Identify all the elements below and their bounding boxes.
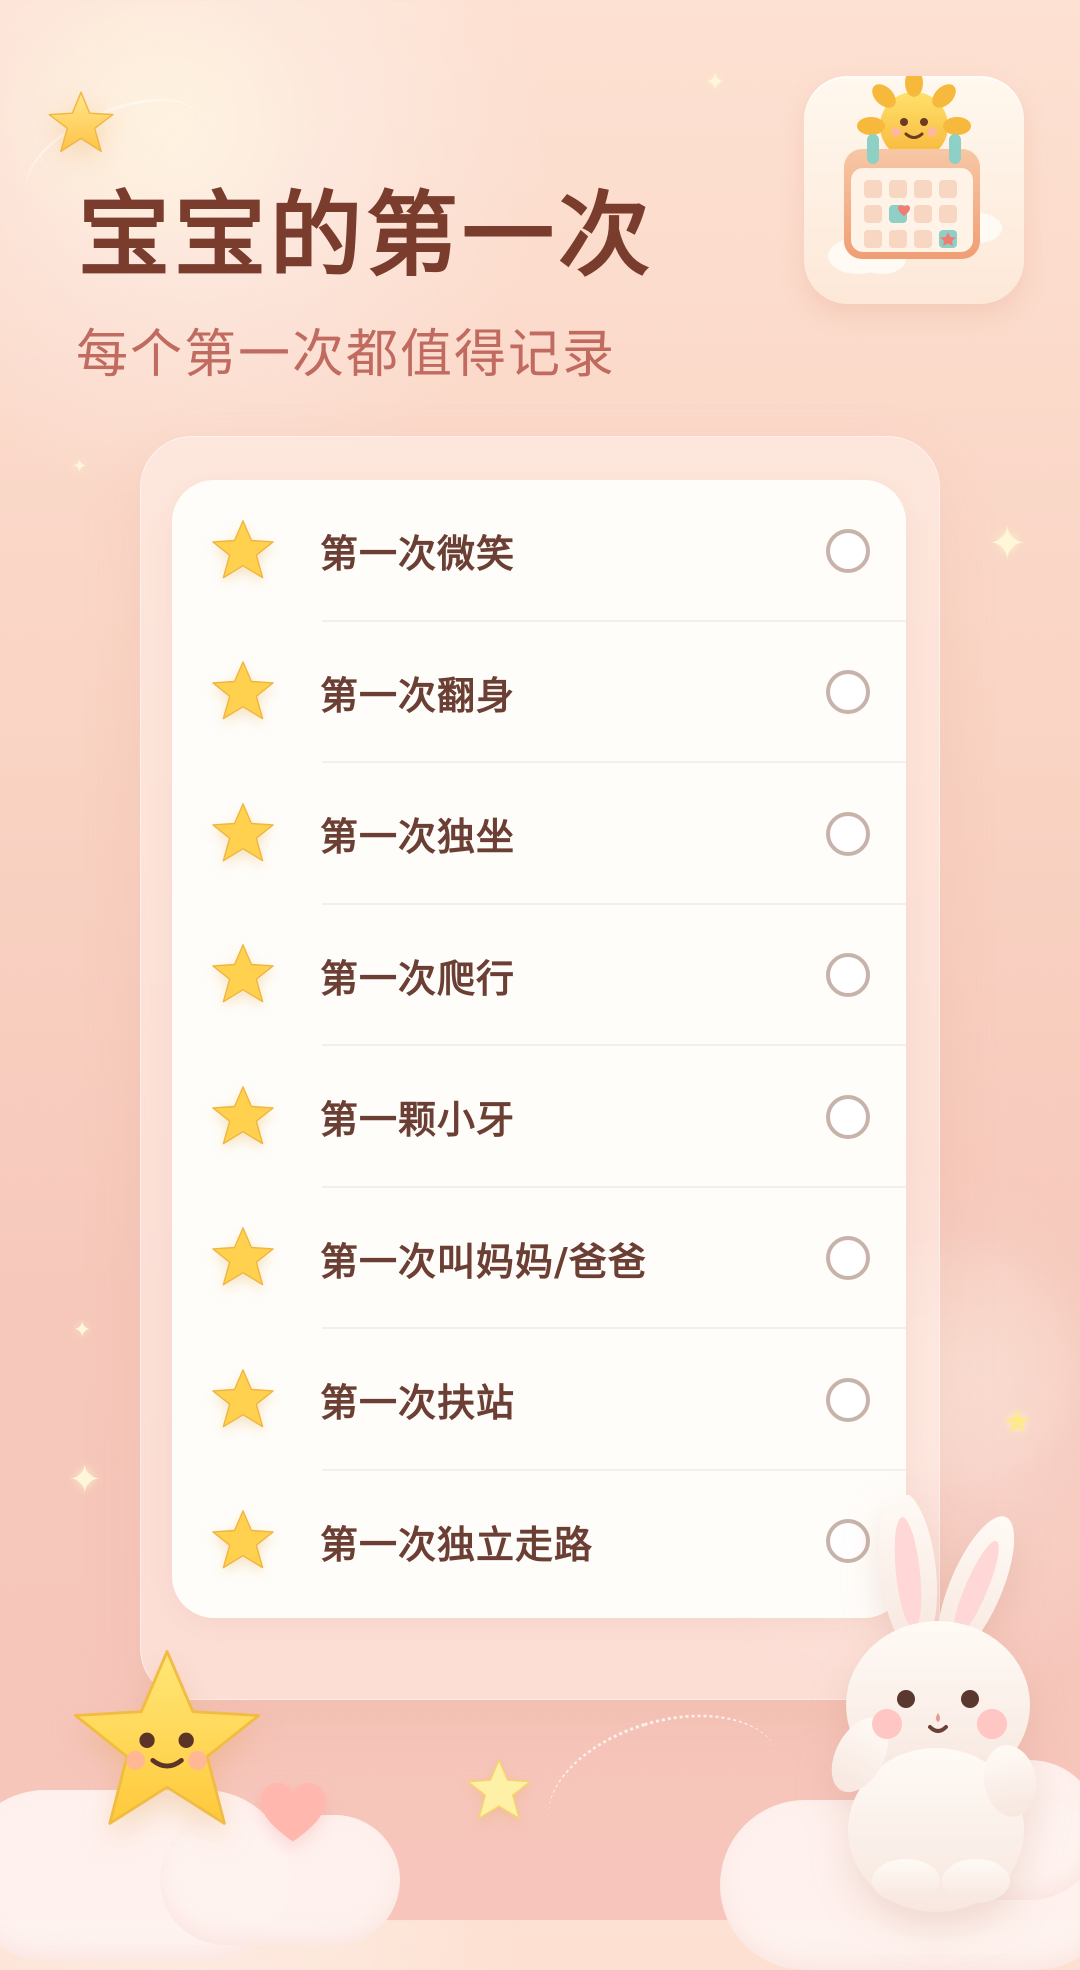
milestone-label: 第一次独立走路 [320,1522,594,1567]
sparkle-icon: ✦ [68,1457,102,1503]
milestone-label: 第一次独坐 [320,815,516,860]
star-icon [212,1510,274,1569]
star-icon [212,1368,274,1428]
bunny-icon [831,1495,1037,1912]
milestone-label: 第一颗小牙 [320,1098,516,1143]
sparkle-icon: ✦ [73,1318,92,1343]
milestone-card: 第一次微笑 第一次翻身 第一次独坐 第一次爬行 第一颗小牙 第一次叫妈妈/爸爸 … [172,480,906,1618]
milestone-item-crawl[interactable]: 第一次爬行 [172,905,906,1047]
milestone-item-sit[interactable]: 第一次独坐 [172,763,906,905]
milestone-label: 第一次扶站 [320,1381,516,1426]
top-left-star-icon [48,91,114,153]
milestone-checkbox[interactable] [826,811,870,856]
small-star-icon [467,1759,531,1820]
milestone-checkbox[interactable] [826,670,870,715]
milestone-item-call-parent[interactable]: 第一次叫妈妈/爸爸 [172,1188,906,1330]
star-icon [212,1085,274,1145]
milestone-label: 第一次爬行 [320,956,516,1001]
sparkle-icon: ✦ [705,68,726,96]
star-icon [212,661,274,720]
milestone-item-tooth[interactable]: 第一颗小牙 [172,1046,906,1188]
star-icon [212,802,274,862]
sparkle-icon: ✦ [988,516,1027,570]
milestone-label: 第一次翻身 [320,673,516,718]
sparkle-icon: ★ [1002,1402,1033,1442]
sparkle-icon: ✦ [72,456,88,477]
page-title: 宝宝的第一次 [78,182,655,289]
smiling-star-icon [74,1650,261,1825]
calendar-sun-icon [804,76,1024,304]
star-icon [212,519,274,579]
milestone-list: 第一次微笑 第一次翻身 第一次独坐 第一次爬行 第一颗小牙 第一次叫妈妈/爸爸 … [172,480,906,1612]
milestone-item-stand-with-support[interactable]: 第一次扶站 [172,1329,906,1471]
milestone-label: 第一次叫妈妈/爸爸 [320,1239,647,1284]
star-icon [212,1227,274,1286]
star-icon [212,944,274,1003]
milestone-label: 第一次微笑 [320,532,516,577]
milestone-checkbox[interactable] [826,1094,870,1139]
page-subtitle: 每个第一次都值得记录 [76,325,617,385]
milestone-checkbox[interactable] [826,528,870,573]
milestone-checkbox[interactable] [826,1236,870,1281]
milestone-item-smile[interactable]: 第一次微笑 [172,480,906,622]
milestone-checkbox[interactable] [826,1377,870,1422]
milestone-checkbox[interactable] [826,953,870,998]
milestone-item-roll-over[interactable]: 第一次翻身 [172,622,906,764]
